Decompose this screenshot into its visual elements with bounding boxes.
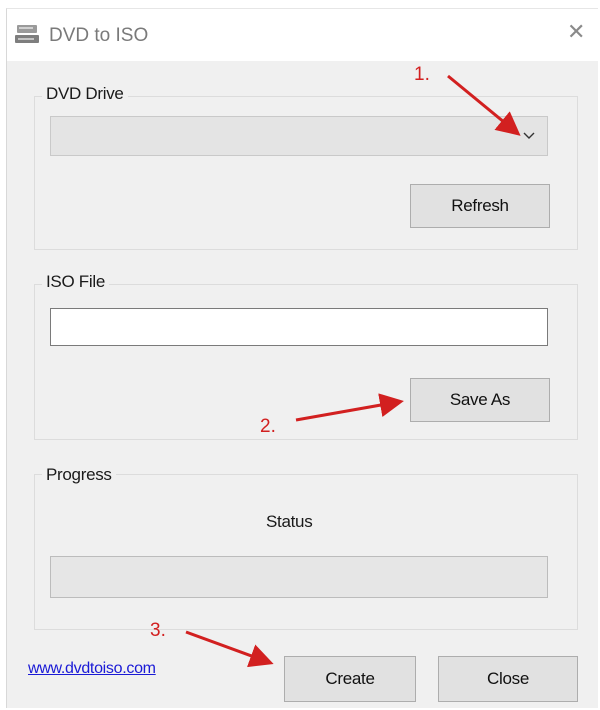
status-text: Status [266,512,313,531]
dvd-drive-icon [15,25,39,43]
dvd-drive-select[interactable] [50,116,548,156]
save-as-button-label: Save As [449,390,511,409]
save-as-button[interactable]: Save As [410,378,550,422]
iso-file-path-field[interactable] [50,308,548,346]
annotation-step-3: 3. [150,620,166,641]
dvd-drive-group-label: DVD Drive [42,84,128,104]
window-title: DVD to ISO [49,25,149,46]
title-bar: DVD to ISO ✕ [7,9,599,61]
progress-group [34,474,578,630]
chevron-down-icon [523,132,535,139]
refresh-button[interactable]: Refresh [410,184,550,228]
close-button[interactable]: Close [438,656,578,702]
annotation-step-2: 2. [260,416,276,437]
progress-bar [50,556,548,598]
close-window-icon[interactable]: ✕ [567,21,585,43]
close-button-label: Close [487,669,529,688]
create-button[interactable]: Create [284,656,416,702]
progress-group-label: Progress [42,465,116,485]
iso-file-group-label: ISO File [42,272,110,292]
annotation-step-1: 1. [414,64,430,85]
refresh-button-label: Refresh [451,196,509,215]
create-button-label: Create [325,669,375,688]
website-link[interactable]: www.dvdtoiso.com [28,660,156,678]
